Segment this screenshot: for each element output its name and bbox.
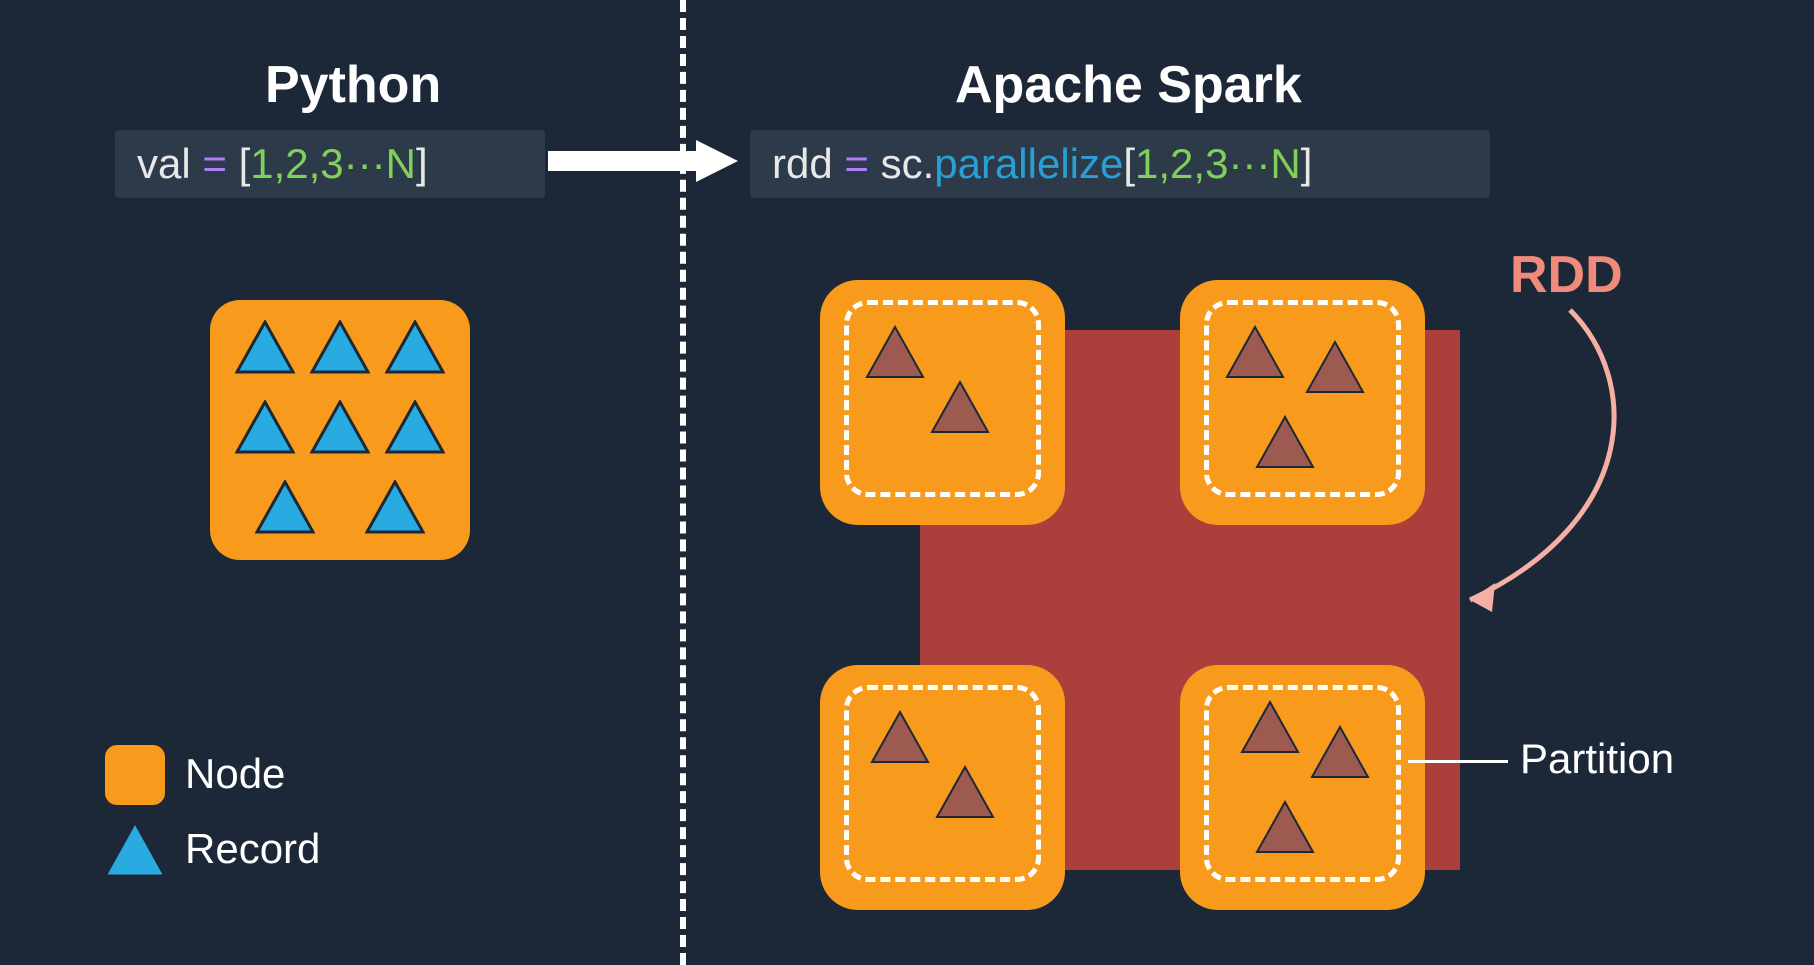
rdd-arrow-icon [1440,300,1650,630]
record-icon [1225,325,1285,379]
record-icon [385,320,445,374]
code-var: val [137,140,191,187]
python-code-block: val = [1,2,3···N] [115,130,545,198]
record-icon [935,765,995,819]
record-icon [310,400,370,454]
record-icon [385,400,445,454]
record-icon [235,400,295,454]
spark-code-block: rdd = sc.parallelize[1,2,3···N] [750,130,1490,198]
legend-record-swatch [103,820,167,878]
partition-label: Partition [1520,735,1674,783]
record-icon [930,380,990,434]
record-icon [310,320,370,374]
code-equals: = [202,140,227,187]
code-open-bracket: [ [1123,140,1135,187]
code-var: rdd [772,140,833,187]
spark-title: Apache Spark [955,55,1302,115]
arrow-icon [548,140,738,182]
code-open-bracket: [ [239,140,251,187]
legend-record-label: Record [185,825,320,873]
record-icon [1305,340,1365,394]
record-icon [870,710,930,764]
code-func: parallelize [934,140,1123,187]
record-icon [865,325,925,379]
record-icon [365,480,425,534]
code-vals: 1,2,3···N [250,140,416,187]
python-title: Python [265,55,441,115]
partition-line [1408,760,1508,763]
code-vals: 1,2,3···N [1135,140,1301,187]
code-close-bracket: ] [416,140,428,187]
record-icon [255,480,315,534]
code-equals: = [844,140,869,187]
rdd-label: RDD [1510,245,1623,305]
code-dot: . [923,140,935,187]
record-icon [1255,415,1315,469]
record-icon [1240,700,1300,754]
code-obj: sc [881,140,923,187]
record-icon [235,320,295,374]
code-close-bracket: ] [1301,140,1313,187]
record-icon [1310,725,1370,779]
legend-node-label: Node [185,750,285,798]
record-icon [1255,800,1315,854]
legend-node-swatch [105,745,165,805]
